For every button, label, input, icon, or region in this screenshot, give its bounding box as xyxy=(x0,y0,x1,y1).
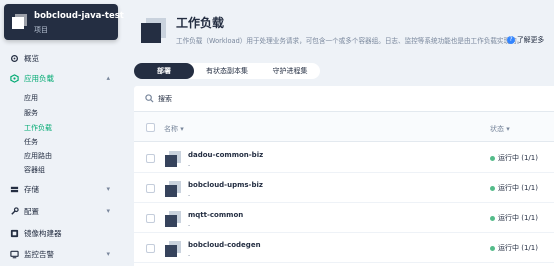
sidebar-subitem-services[interactable]: 服务 xyxy=(24,108,38,118)
chevron-down-icon: ▾ xyxy=(106,250,110,258)
sidebar-item-storage[interactable]: 存储 ▾ xyxy=(0,183,128,197)
workload-name[interactable]: dadou-common-biz xyxy=(188,151,263,159)
sidebar-item-overview[interactable]: 概览 xyxy=(0,52,128,66)
status-badge: 运行中 (1/1) xyxy=(490,213,538,223)
sidebar-item-image-builder[interactable]: 镜像构建器 xyxy=(0,227,128,241)
storage-icon xyxy=(10,186,19,193)
workload-name[interactable]: mqtt-common xyxy=(188,211,243,219)
sidebar-item-monitoring[interactable]: 监控告警 ▾ xyxy=(0,248,128,262)
status-badge: 运行中 (1/1) xyxy=(490,153,538,163)
row-checkbox[interactable] xyxy=(146,244,155,253)
deployment-icon xyxy=(165,181,181,197)
search-icon xyxy=(145,94,154,103)
workload-desc: - xyxy=(188,192,191,199)
project-icon xyxy=(12,14,27,29)
learn-more-link[interactable]: ? 了解更多 xyxy=(507,34,544,44)
status-badge: 运行中 (1/1) xyxy=(490,183,538,193)
page-description: 工作负载（Workload）用于处理业务请求，可包含一个或多个容器组。日志、监控… xyxy=(176,37,524,45)
workload-icon xyxy=(141,18,166,43)
tab-deployments[interactable]: 部署 xyxy=(134,63,194,79)
sidebar-item-label: 镜像构建器 xyxy=(24,229,62,238)
learn-more-label: 了解更多 xyxy=(517,36,545,44)
sidebar-item-label: 概览 xyxy=(24,54,39,63)
workload-desc: - xyxy=(188,222,191,229)
search-bar xyxy=(134,86,554,112)
project-selector[interactable]: bobcloud-java-test 项目 xyxy=(4,4,124,40)
status-badge: 运行中 (1/1) xyxy=(490,243,538,253)
wrench-icon xyxy=(11,207,19,215)
app-workload-icon xyxy=(10,74,19,83)
gear-icon xyxy=(10,54,19,63)
page-title: 工作负载 xyxy=(176,16,225,30)
image-builder-icon xyxy=(10,229,19,238)
chevron-down-icon: ▾ xyxy=(106,185,110,193)
deployment-icon xyxy=(165,211,181,227)
sidebar-subitem-jobs[interactable]: 任务 xyxy=(24,137,38,147)
select-all-checkbox[interactable] xyxy=(146,123,155,132)
question-icon: ? xyxy=(507,36,515,44)
deployment-icon xyxy=(165,151,181,167)
table-row[interactable]: bobcloud-upms-biz - 运行中 (1/1) xyxy=(134,173,554,203)
sidebar-subitem-apps[interactable]: 应用 xyxy=(24,93,38,103)
row-checkbox[interactable] xyxy=(146,214,155,223)
chevron-up-icon: ▴ xyxy=(106,74,110,82)
table-row[interactable]: mqtt-common - 运行中 (1/1) xyxy=(134,203,554,233)
table-header: 名称 ▾ 状态 ▾ xyxy=(134,112,554,142)
sidebar-item-label: 配置 xyxy=(24,207,39,216)
sidebar-item-label: 应用负载 xyxy=(24,74,54,83)
workload-name[interactable]: bobcloud-codegen xyxy=(188,241,261,249)
chevron-down-icon: ▾ xyxy=(106,207,110,215)
workload-desc: - xyxy=(188,162,191,169)
sidebar-item-label: 监控告警 xyxy=(24,250,54,259)
workload-tabs: 部署 有状态副本集 守护进程集 xyxy=(134,63,320,79)
row-checkbox[interactable] xyxy=(146,184,155,193)
sidebar-item-label: 存储 xyxy=(24,185,39,194)
main-content: 工作负载 工作负载（Workload）用于处理业务请求，可包含一个或多个容器组。… xyxy=(128,0,554,266)
workload-desc: - xyxy=(188,252,191,259)
monitor-icon xyxy=(10,250,19,259)
tab-daemonsets[interactable]: 守护进程集 xyxy=(260,63,320,79)
project-name: bobcloud-java-test xyxy=(34,11,124,21)
sidebar-subitem-workloads[interactable]: 工作负载 xyxy=(24,123,52,133)
sidebar: bobcloud-java-test 项目 概览 应用负载 ▴ 应用 服务 工作… xyxy=(0,0,128,266)
row-checkbox[interactable] xyxy=(146,154,155,163)
sidebar-item-config[interactable]: 配置 ▾ xyxy=(0,205,128,219)
search-input[interactable] xyxy=(158,92,538,106)
column-status-header[interactable]: 状态 ▾ xyxy=(490,124,510,134)
table-row[interactable]: dadou-common-biz - 运行中 (1/1) xyxy=(134,143,554,173)
sidebar-subitem-ingress[interactable]: 应用路由 xyxy=(24,151,52,161)
sidebar-item-app-workloads[interactable]: 应用负载 ▴ xyxy=(0,72,128,86)
table-row[interactable]: bobcloud-codegen - 运行中 (1/1) xyxy=(134,233,554,263)
deployment-icon xyxy=(165,241,181,257)
tab-statefulsets[interactable]: 有状态副本集 xyxy=(194,63,260,79)
workload-table-panel: 名称 ▾ 状态 ▾ dadou-common-biz - 运行中 (1/1) b… xyxy=(134,86,554,266)
project-type: 项目 xyxy=(34,26,48,34)
workload-name[interactable]: bobcloud-upms-biz xyxy=(188,181,263,189)
column-name-header[interactable]: 名称 ▾ xyxy=(164,124,184,134)
sidebar-subitem-pods[interactable]: 容器组 xyxy=(24,165,45,175)
